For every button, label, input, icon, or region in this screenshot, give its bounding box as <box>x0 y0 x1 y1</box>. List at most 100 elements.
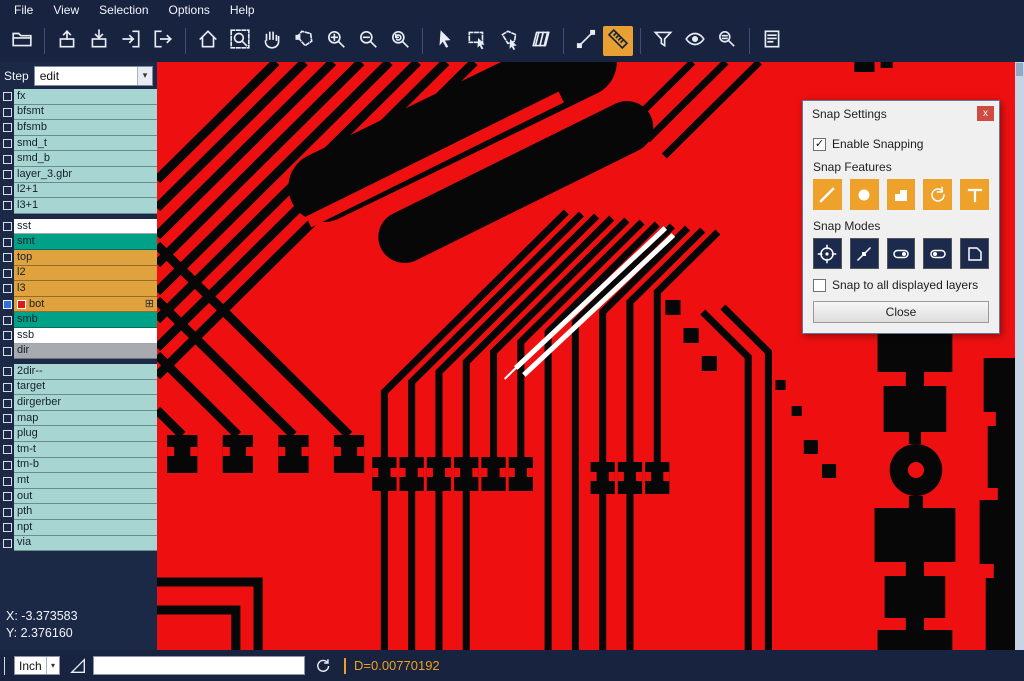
layer-name-cell[interactable]: smd_t <box>14 136 157 152</box>
search-net-button[interactable] <box>712 26 742 56</box>
layer-visibility-checkbox[interactable] <box>3 170 12 179</box>
layer-row-map[interactable]: map <box>0 411 157 427</box>
layer-visibility-checkbox[interactable] <box>3 492 12 501</box>
layer-visibility-checkbox[interactable] <box>3 222 12 231</box>
layer-visibility-checkbox[interactable] <box>3 430 12 439</box>
layer-name-cell[interactable]: tm-t <box>14 442 157 458</box>
layer-name-cell[interactable]: bot⊞ <box>14 297 157 313</box>
layer-name-cell[interactable]: l2 <box>14 266 157 282</box>
snap-feature-text-button[interactable] <box>960 179 989 210</box>
layer-row-npt[interactable]: npt <box>0 520 157 536</box>
home-button[interactable] <box>193 26 223 56</box>
hatch-fill-button[interactable] <box>526 26 556 56</box>
layer-row-bot[interactable]: bot⊞ <box>0 297 157 313</box>
layer-row-dirgerber[interactable]: dirgerber <box>0 395 157 411</box>
enable-snapping-row[interactable]: ✓ Enable Snapping <box>813 137 989 151</box>
layer-name-cell[interactable]: plug <box>14 426 157 442</box>
scrollbar-thumb[interactable] <box>1016 63 1023 76</box>
layer-name-cell[interactable]: fx <box>14 89 157 105</box>
layer-name-cell[interactable]: 2dir-- <box>14 364 157 380</box>
angle-gauge-icon[interactable] <box>69 657 87 675</box>
cursor-button[interactable] <box>430 26 460 56</box>
layer-row-out[interactable]: out <box>0 489 157 505</box>
menu-item-file[interactable]: File <box>4 1 43 19</box>
export-right-button[interactable] <box>148 26 178 56</box>
layer-row-l2[interactable]: l2 <box>0 266 157 282</box>
lasso-select-button[interactable] <box>289 26 319 56</box>
layer-row-smd-t[interactable]: smd_t <box>0 136 157 152</box>
layer-row-tm-t[interactable]: tm-t <box>0 442 157 458</box>
menu-item-options[interactable]: Options <box>159 1 220 19</box>
layer-row-dir[interactable]: dir <box>0 344 157 360</box>
layer-visibility-checkbox[interactable] <box>3 139 12 148</box>
zoom-in-button[interactable] <box>321 26 351 56</box>
layer-name-cell[interactable]: ssb <box>14 328 157 344</box>
layer-row-pth[interactable]: pth <box>0 504 157 520</box>
chevron-down-icon[interactable]: ▾ <box>137 67 152 85</box>
layer-visibility-checkbox[interactable] <box>3 316 12 325</box>
layer-row-sst[interactable]: sst <box>0 219 157 235</box>
layer-row-top[interactable]: top <box>0 250 157 266</box>
layer-row-fx[interactable]: fx <box>0 89 157 105</box>
zoom-out-button[interactable] <box>353 26 383 56</box>
layer-row-l2-1[interactable]: l2+1 <box>0 183 157 199</box>
layer-visibility-checkbox[interactable] <box>3 477 12 486</box>
snap-mode-contour-button[interactable] <box>960 238 989 269</box>
layer-visibility-checkbox[interactable] <box>3 508 12 517</box>
layer-visibility-checkbox[interactable] <box>3 155 12 164</box>
layer-row-bfsmt[interactable]: bfsmt <box>0 105 157 121</box>
layer-name-cell[interactable]: via <box>14 536 157 552</box>
layer-visibility-checkbox[interactable] <box>3 186 12 195</box>
layer-visibility-checkbox[interactable] <box>3 414 12 423</box>
layer-row-ssb[interactable]: ssb <box>0 328 157 344</box>
layer-name-cell[interactable]: smt <box>14 234 157 250</box>
pan-hand-button[interactable] <box>257 26 287 56</box>
layer-row-via[interactable]: via <box>0 536 157 552</box>
layer-visibility-checkbox[interactable] <box>3 383 12 392</box>
layer-name-cell[interactable]: dirgerber <box>14 395 157 411</box>
layer-name-cell[interactable]: bfsmb <box>14 120 157 136</box>
close-icon[interactable]: x <box>977 106 994 121</box>
unit-select[interactable]: Inch ▾ <box>14 656 60 675</box>
layer-row-layer-3-gbr[interactable]: layer_3.gbr <box>0 167 157 183</box>
layer-visibility-checkbox[interactable] <box>3 123 12 132</box>
layer-row-l3[interactable]: l3 <box>0 281 157 297</box>
layer-name-cell[interactable]: target <box>14 380 157 396</box>
snap-mode-slot-left-button[interactable] <box>923 238 952 269</box>
snap-feature-pad-button[interactable] <box>850 179 879 210</box>
layer-row-bfsmb[interactable]: bfsmb <box>0 120 157 136</box>
layer-visibility-checkbox[interactable] <box>3 300 12 309</box>
layer-visibility-checkbox[interactable] <box>3 347 12 356</box>
snap-feature-corner-button[interactable] <box>887 179 916 210</box>
layer-row-smb[interactable]: smb <box>0 312 157 328</box>
layer-row-smt[interactable]: smt <box>0 234 157 250</box>
layer-visibility-checkbox[interactable] <box>3 445 12 454</box>
step-select[interactable]: edit ▾ <box>34 66 153 86</box>
layer-row-2dir-[interactable]: 2dir-- <box>0 364 157 380</box>
layer-row-target[interactable]: target <box>0 380 157 396</box>
menu-item-view[interactable]: View <box>43 1 89 19</box>
layer-visibility-checkbox[interactable] <box>3 461 12 470</box>
select-poly-button[interactable] <box>494 26 524 56</box>
close-button[interactable]: Close <box>813 301 989 323</box>
menu-item-selection[interactable]: Selection <box>89 1 158 19</box>
layer-name-cell[interactable]: npt <box>14 520 157 536</box>
layer-visibility-checkbox[interactable] <box>3 238 12 247</box>
ruler-button[interactable] <box>603 26 633 56</box>
layer-name-cell[interactable]: out <box>14 489 157 505</box>
layer-name-cell[interactable]: smb <box>14 312 157 328</box>
layer-visibility-checkbox[interactable] <box>3 539 12 548</box>
snap-mode-nearest-button[interactable] <box>850 238 879 269</box>
layer-visibility-checkbox[interactable] <box>3 269 12 278</box>
layer-name-cell[interactable]: sst <box>14 219 157 235</box>
layer-visibility-checkbox[interactable] <box>3 399 12 408</box>
zoom-window-button[interactable] <box>225 26 255 56</box>
report-button[interactable] <box>757 26 787 56</box>
layer-visibility-checkbox[interactable] <box>3 284 12 293</box>
layer-visibility-checkbox[interactable] <box>3 331 12 340</box>
measure-line-button[interactable] <box>571 26 601 56</box>
refresh-icon[interactable] <box>314 657 332 675</box>
snap-mode-slot-right-button[interactable] <box>887 238 916 269</box>
enable-snapping-checkbox[interactable]: ✓ <box>813 138 826 151</box>
select-rect-button[interactable] <box>462 26 492 56</box>
